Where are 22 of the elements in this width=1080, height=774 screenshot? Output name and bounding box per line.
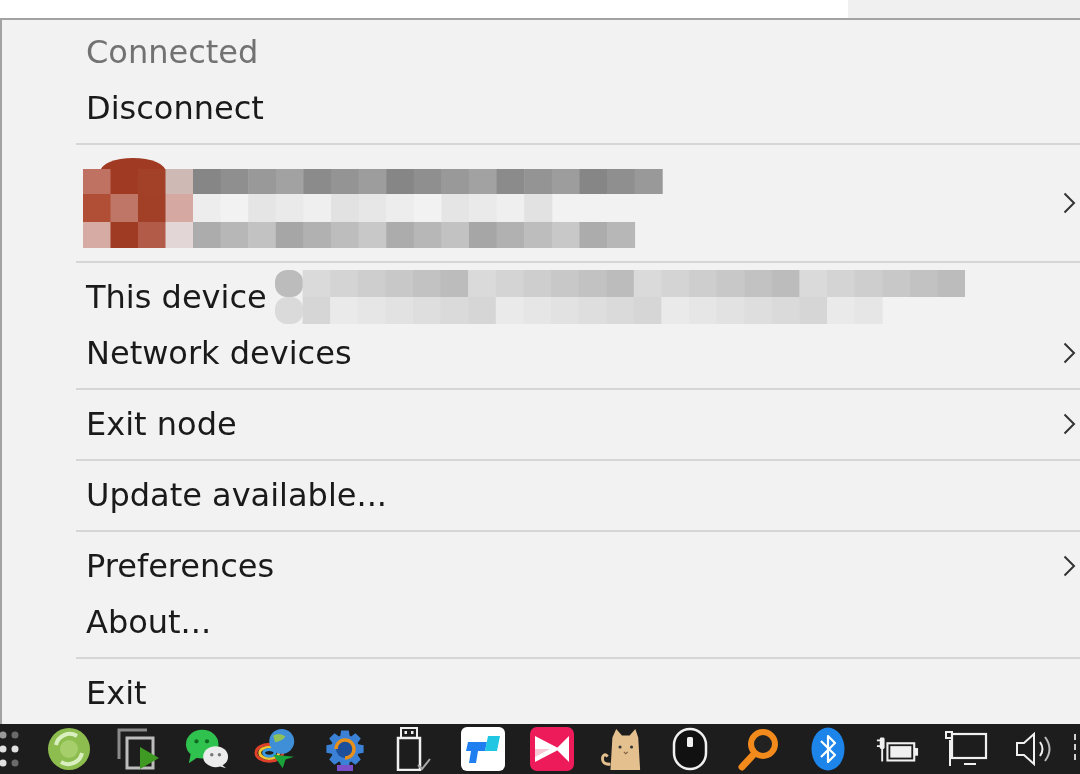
cat-icon[interactable] <box>599 727 643 771</box>
menu-item[interactable]: Exit <box>2 665 1080 721</box>
menu-item[interactable]: This device <box>2 269 1080 325</box>
menu-item[interactable]: Preferences <box>2 538 1080 594</box>
usb-drive-icon[interactable] <box>396 727 432 771</box>
magnifier-icon[interactable] <box>737 727 781 771</box>
window-play-icon[interactable] <box>116 727 160 771</box>
menu-item[interactable]: Network devices <box>2 325 1080 381</box>
menu-item[interactable]: About... <box>2 594 1080 650</box>
app-tile-icon[interactable] <box>461 727 505 771</box>
gear-icon[interactable] <box>325 727 365 771</box>
dots-grid-icon[interactable] <box>0 729 20 769</box>
menu-item: Connected <box>2 24 1080 80</box>
monitor-icon[interactable] <box>944 730 988 768</box>
menu-item[interactable]: Exit node <box>2 396 1080 452</box>
bowtie-tile-icon[interactable] <box>530 727 574 771</box>
mouse-icon[interactable] <box>672 727 708 771</box>
chat-bubbles-icon[interactable] <box>185 728 229 770</box>
bluetooth-icon[interactable] <box>811 727 845 771</box>
menu-item[interactable]: Update available... <box>2 467 1080 523</box>
ring-logo-icon[interactable] <box>47 727 91 771</box>
menu-item[interactable]: Disconnect <box>2 80 1080 136</box>
